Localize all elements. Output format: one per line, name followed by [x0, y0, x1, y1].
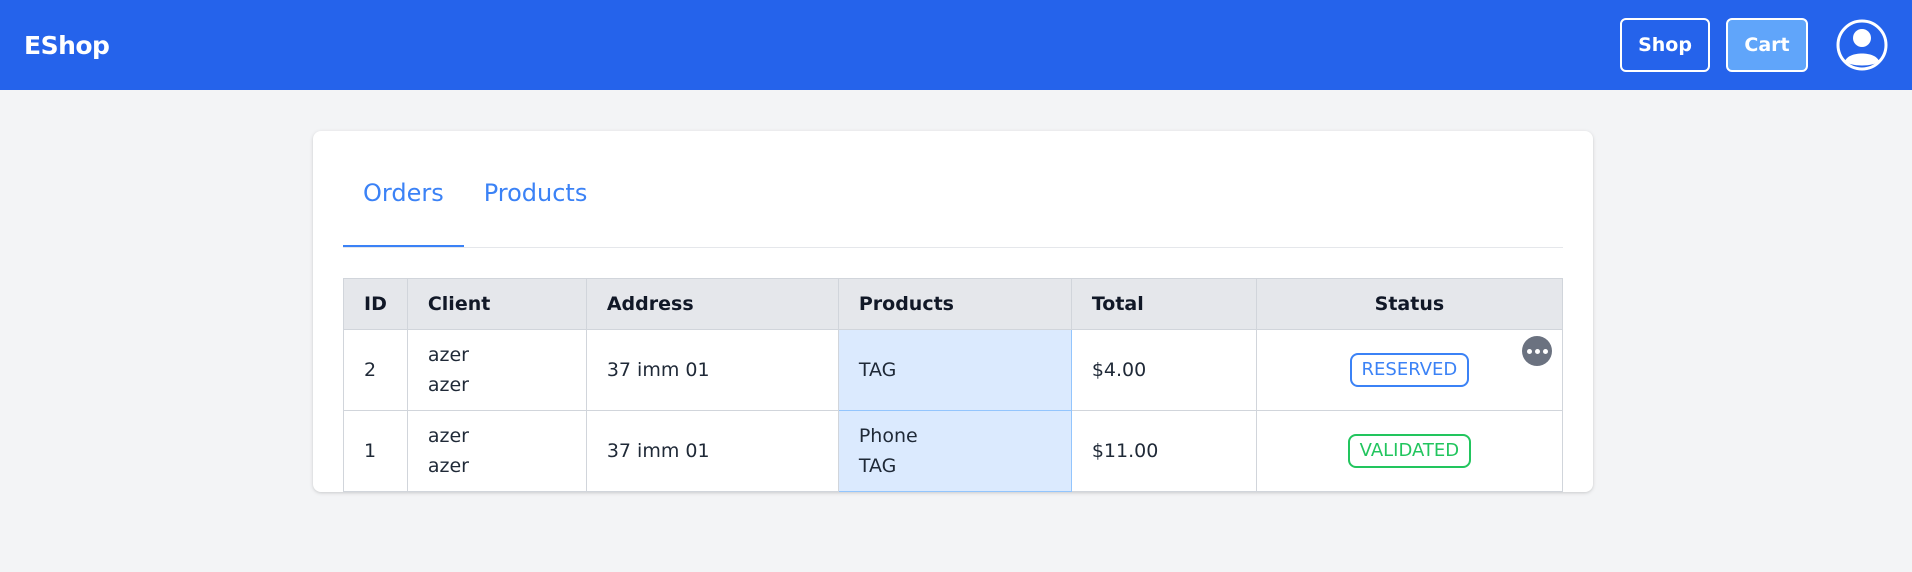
more-options-icon[interactable]	[1522, 336, 1552, 366]
cell-status: VALIDATED	[1255, 410, 1564, 492]
client-first-name: azer	[427, 425, 469, 447]
header-total: Total	[1070, 278, 1257, 330]
table-row[interactable]: 1 azer azer 37 imm 01 Phone TAG $11.00 V…	[343, 410, 1564, 492]
cell-address: 37 imm 01	[585, 410, 839, 492]
client-last-name: azer	[427, 455, 469, 477]
cell-total: $11.00	[1070, 410, 1257, 492]
header-id: ID	[343, 278, 408, 330]
cell-address: 37 imm 01	[585, 329, 839, 411]
tab-orders[interactable]: Orders	[343, 161, 464, 247]
navbar: EShop Shop Cart	[0, 0, 1912, 90]
cell-client: azer azer	[406, 410, 587, 492]
cart-button[interactable]: Cart	[1726, 18, 1808, 72]
cell-products[interactable]: Phone TAG	[837, 410, 1072, 492]
cell-client: azer azer	[406, 329, 587, 411]
client-last-name: azer	[427, 374, 469, 396]
product-item: TAG	[858, 455, 897, 477]
header-address: Address	[585, 278, 839, 330]
brand-logo[interactable]: EShop	[24, 31, 110, 60]
status-badge: VALIDATED	[1347, 434, 1472, 468]
user-avatar-icon[interactable]	[1836, 19, 1888, 71]
nav-actions: Shop Cart	[1604, 18, 1888, 72]
header-status: Status	[1255, 278, 1564, 330]
orders-table: ID Client Address Products Total Status …	[343, 278, 1564, 492]
status-badge: RESERVED	[1349, 353, 1470, 387]
cell-id: 2	[343, 329, 408, 411]
product-item: TAG	[858, 359, 897, 381]
product-item: Phone	[858, 425, 918, 447]
shop-button[interactable]: Shop	[1620, 18, 1710, 72]
tab-bar: Orders Products	[343, 161, 1563, 248]
header-client: Client	[406, 278, 587, 330]
cell-total: $4.00	[1070, 329, 1257, 411]
cell-id: 1	[343, 410, 408, 492]
orders-card: Orders Products ID Client Address Produc…	[313, 131, 1593, 492]
header-products: Products	[837, 278, 1072, 330]
tab-products[interactable]: Products	[464, 161, 608, 247]
cell-status: RESERVED	[1255, 329, 1564, 411]
table-row[interactable]: 2 azer azer 37 imm 01 TAG $4.00 RESERVED	[343, 329, 1564, 411]
cell-products[interactable]: TAG	[837, 329, 1072, 411]
client-first-name: azer	[427, 344, 469, 366]
table-header-row: ID Client Address Products Total Status	[343, 278, 1564, 330]
